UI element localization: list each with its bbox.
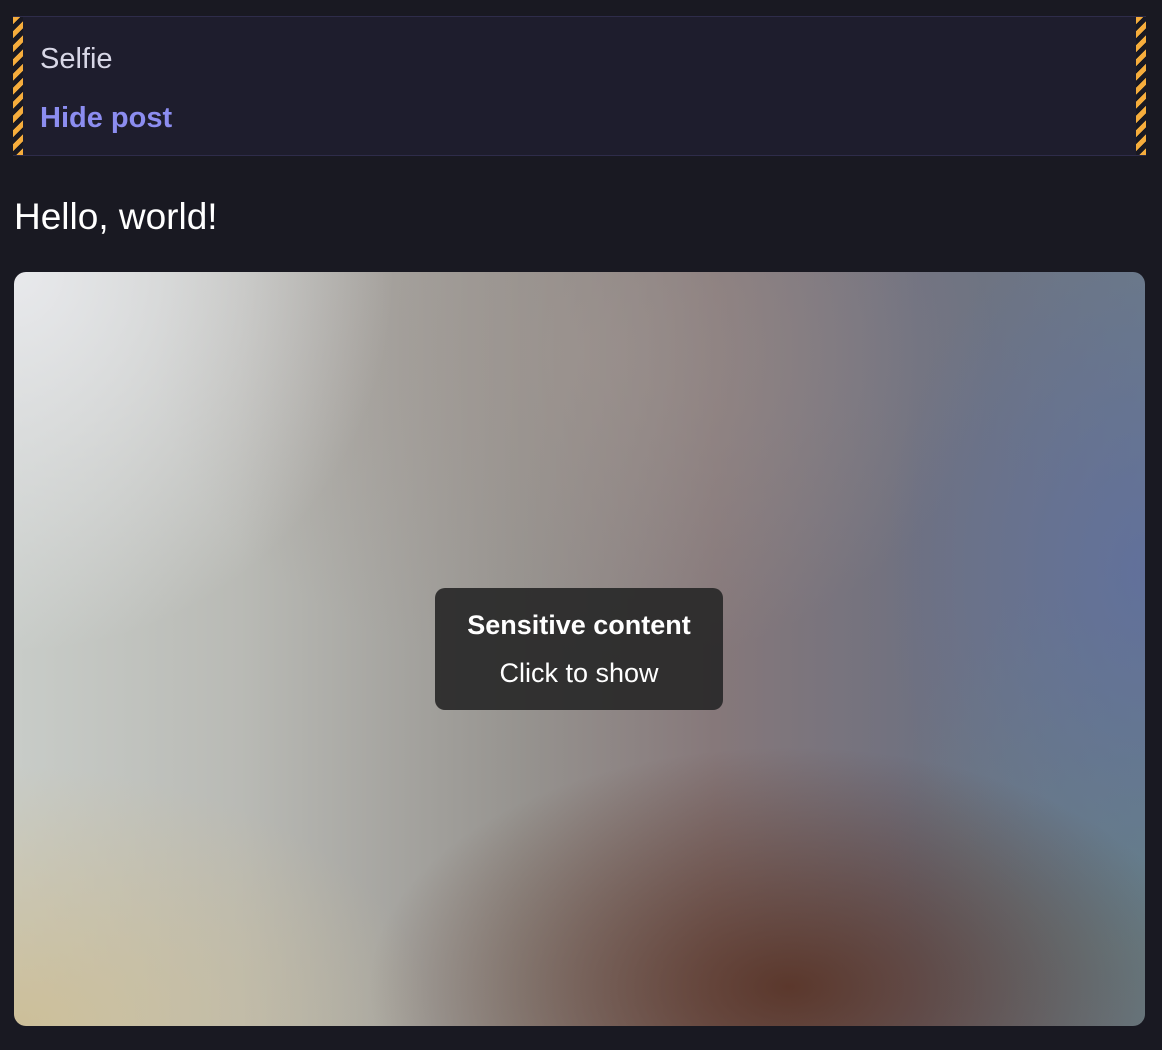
sensitive-content-button[interactable]: Sensitive content Click to show <box>435 588 723 710</box>
click-to-show-hint: Click to show <box>499 658 659 688</box>
status-text: Hello, world! <box>14 196 218 237</box>
content-warning-text: Selfie <box>40 43 113 75</box>
sensitive-content-title: Sensitive content <box>467 610 691 640</box>
content-warning-banner: Selfie Hide post <box>13 16 1146 156</box>
warning-stripe-left <box>13 17 23 155</box>
sensitive-media-preview[interactable]: Sensitive content Click to show <box>14 272 1145 1026</box>
hide-post-link[interactable]: Hide post <box>40 100 172 136</box>
warning-stripe-right <box>1136 17 1146 155</box>
